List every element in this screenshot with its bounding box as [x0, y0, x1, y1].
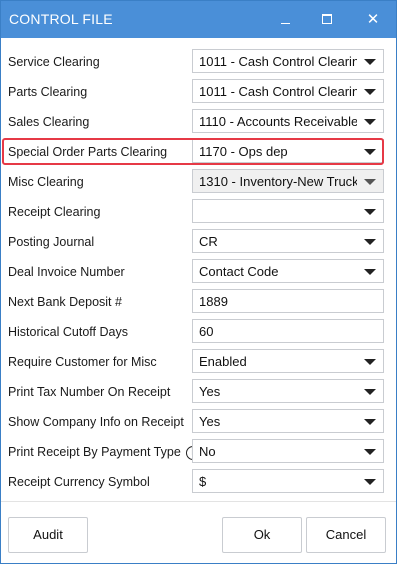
- maximize-button[interactable]: [305, 1, 349, 38]
- minimize-icon: [281, 23, 290, 24]
- require-customer-for-misc-value: Enabled: [199, 354, 247, 369]
- parts-clearing-label: Parts Clearing: [8, 85, 88, 99]
- sales-clearing-value: 1110 - Accounts Receivable: [199, 114, 357, 129]
- chevron-down-icon[interactable]: [364, 209, 376, 215]
- deal-invoice-number-value: Contact Code: [199, 264, 279, 279]
- ok-button[interactable]: Ok: [222, 517, 302, 553]
- chevron-down-icon[interactable]: [364, 389, 376, 395]
- row-parts-clearing: Parts Clearing 1011 - Cash Control Clear…: [1, 77, 396, 107]
- row-misc-clearing: Misc Clearing 1310 - Inventory-New Truck: [1, 167, 396, 197]
- require-customer-for-misc-select[interactable]: Enabled: [192, 349, 384, 373]
- show-company-info-select[interactable]: Yes: [192, 409, 384, 433]
- receipt-currency-symbol-value: $: [199, 474, 207, 489]
- control-file-dialog: CONTROL FILE ✕ Service Clearing 1011 - C…: [0, 0, 397, 564]
- chevron-down-icon[interactable]: [364, 479, 376, 485]
- row-receipt-clearing: Receipt Clearing: [1, 197, 396, 227]
- receipt-currency-symbol-select[interactable]: $: [192, 469, 384, 493]
- print-receipt-by-payment-type-label: Print Receipt By Payment Typei: [8, 445, 200, 461]
- misc-clearing-select[interactable]: 1310 - Inventory-New Truck: [192, 169, 384, 193]
- historical-cutoff-days-label: Historical Cutoff Days: [8, 325, 128, 339]
- chevron-down-icon[interactable]: [364, 89, 376, 95]
- sales-clearing-label: Sales Clearing: [8, 115, 90, 129]
- receipt-clearing-select[interactable]: [192, 199, 384, 223]
- print-tax-number-value: Yes: [199, 384, 221, 399]
- maximize-icon: [322, 14, 332, 24]
- row-next-bank-deposit: Next Bank Deposit # 1889: [1, 287, 396, 317]
- require-customer-for-misc-label: Require Customer for Misc: [8, 355, 157, 369]
- print-receipt-by-payment-type-value: No: [199, 444, 216, 459]
- minimize-button[interactable]: [263, 1, 307, 38]
- close-icon: ✕: [366, 10, 380, 28]
- posting-journal-value: CR: [199, 234, 218, 249]
- posting-journal-select[interactable]: CR: [192, 229, 384, 253]
- service-clearing-value: 1011 - Cash Control Clearing: [199, 54, 357, 69]
- row-sales-clearing: Sales Clearing 1110 - Accounts Receivabl…: [1, 107, 396, 137]
- highlight-box: [2, 138, 384, 165]
- service-clearing-select[interactable]: 1011 - Cash Control Clearing: [192, 49, 384, 73]
- chevron-down-icon[interactable]: [364, 239, 376, 245]
- deal-invoice-number-label: Deal Invoice Number: [8, 265, 125, 279]
- historical-cutoff-days-input[interactable]: 60: [192, 319, 384, 343]
- posting-journal-label: Posting Journal: [8, 235, 95, 249]
- footer-divider: [1, 501, 396, 502]
- receipt-clearing-label: Receipt Clearing: [8, 205, 101, 219]
- historical-cutoff-days-value: 60: [199, 324, 214, 339]
- row-service-clearing: Service Clearing 1011 - Cash Control Cle…: [1, 47, 396, 77]
- dialog-title: CONTROL FILE: [9, 11, 113, 27]
- print-receipt-by-payment-type-select[interactable]: No: [192, 439, 384, 463]
- row-print-tax-number: Print Tax Number On Receipt Yes: [1, 377, 396, 407]
- row-print-receipt-by-payment-type: Print Receipt By Payment Typei No: [1, 437, 396, 467]
- audit-button[interactable]: Audit: [8, 517, 88, 553]
- chevron-down-icon[interactable]: [364, 179, 376, 185]
- row-posting-journal: Posting Journal CR: [1, 227, 396, 257]
- next-bank-deposit-input[interactable]: 1889: [192, 289, 384, 313]
- chevron-down-icon[interactable]: [364, 449, 376, 455]
- show-company-info-value: Yes: [199, 414, 221, 429]
- misc-clearing-label: Misc Clearing: [8, 175, 84, 189]
- chevron-down-icon[interactable]: [364, 359, 376, 365]
- chevron-down-icon[interactable]: [364, 59, 376, 65]
- chevron-down-icon[interactable]: [364, 269, 376, 275]
- close-button[interactable]: ✕: [351, 1, 395, 38]
- row-show-company-info: Show Company Info on Receipt Yes: [1, 407, 396, 437]
- row-receipt-currency-symbol: Receipt Currency Symbol $: [1, 467, 396, 497]
- misc-clearing-value: 1310 - Inventory-New Truck: [199, 174, 357, 189]
- row-require-customer-for-misc: Require Customer for Misc Enabled: [1, 347, 396, 377]
- show-company-info-label: Show Company Info on Receipt: [8, 415, 184, 429]
- chevron-down-icon[interactable]: [364, 119, 376, 125]
- cancel-button[interactable]: Cancel: [306, 517, 386, 553]
- print-tax-number-select[interactable]: Yes: [192, 379, 384, 403]
- parts-clearing-select[interactable]: 1011 - Cash Control Clearing: [192, 79, 384, 103]
- parts-clearing-value: 1011 - Cash Control Clearing: [199, 84, 357, 99]
- sales-clearing-select[interactable]: 1110 - Accounts Receivable: [192, 109, 384, 133]
- print-tax-number-label: Print Tax Number On Receipt: [8, 385, 171, 399]
- next-bank-deposit-label: Next Bank Deposit #: [8, 295, 122, 309]
- title-bar[interactable]: CONTROL FILE ✕: [1, 1, 396, 38]
- receipt-currency-symbol-label: Receipt Currency Symbol: [8, 475, 150, 489]
- row-historical-cutoff-days: Historical Cutoff Days 60: [1, 317, 396, 347]
- next-bank-deposit-value: 1889: [199, 294, 228, 309]
- row-deal-invoice-number: Deal Invoice Number Contact Code: [1, 257, 396, 287]
- print-receipt-by-payment-type-text: Print Receipt By Payment Type: [8, 445, 181, 459]
- chevron-down-icon[interactable]: [364, 419, 376, 425]
- deal-invoice-number-select[interactable]: Contact Code: [192, 259, 384, 283]
- service-clearing-label: Service Clearing: [8, 55, 100, 69]
